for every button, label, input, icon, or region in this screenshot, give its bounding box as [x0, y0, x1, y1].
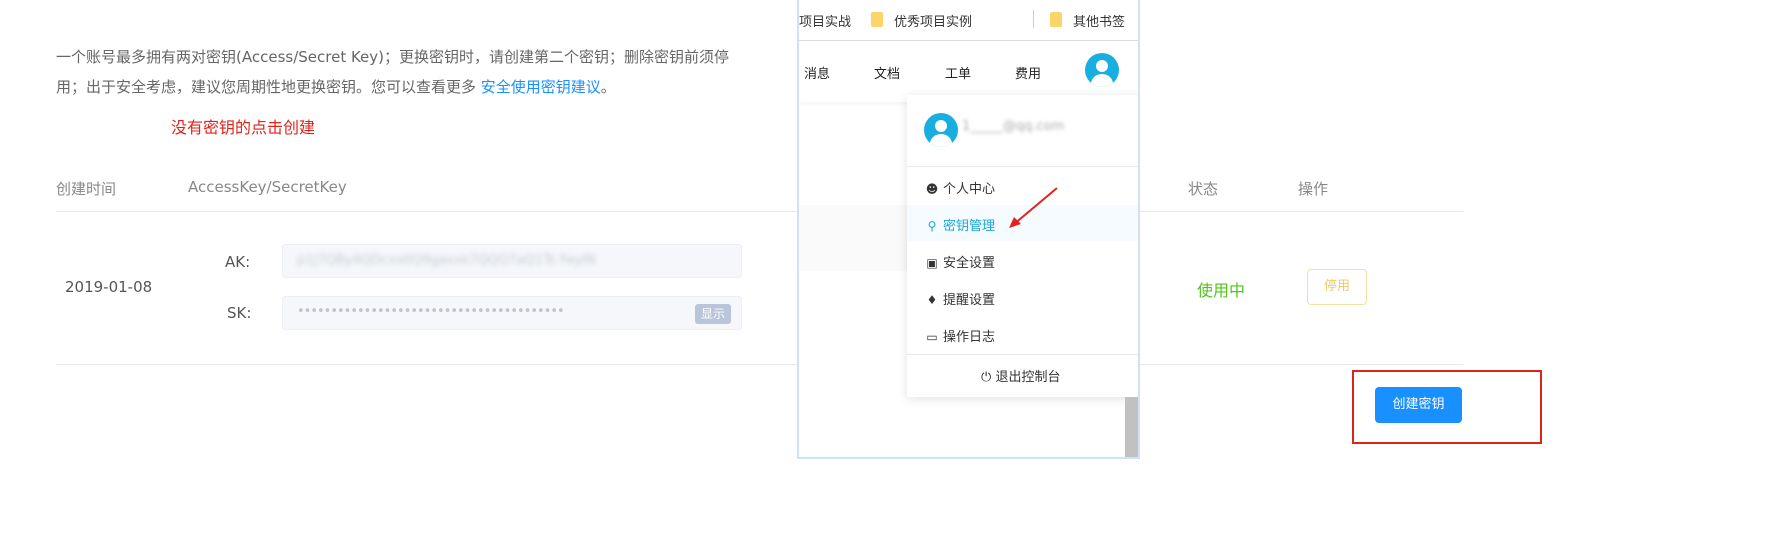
user-icon: ☻: [925, 182, 939, 196]
folder-icon: [871, 12, 883, 27]
security-advice-link[interactable]: 安全使用密钥建议: [481, 78, 601, 96]
power-icon: ⏻: [981, 370, 992, 385]
menu-item-profile[interactable]: ☻ 个人中心: [925, 178, 995, 197]
bookmark-project-practice[interactable]: 项目实战: [799, 11, 851, 30]
header-actions: 操作: [1298, 180, 1329, 198]
nav-messages[interactable]: 消息: [804, 63, 830, 82]
menu-item-label: 安全设置: [943, 256, 996, 271]
bookmark-bar: 项目实战 优秀项目实例 其他书签: [799, 0, 1138, 41]
notice-text: 一个账号最多拥有两对密钥(Access/Secret Key)；更换密钥时，请创…: [56, 42, 746, 102]
bookmark-separator: [1033, 10, 1034, 28]
create-key-button[interactable]: 创建密钥: [1375, 387, 1462, 423]
key-icon: ⚲: [927, 219, 937, 233]
menu-avatar-icon: [924, 113, 958, 147]
notice-end: 。: [600, 78, 616, 96]
nav-billing[interactable]: 费用: [1015, 63, 1041, 82]
logout-label: 退出控制台: [995, 370, 1061, 385]
sk-field[interactable]: ••••••••••••••••••••••••••••••••••••••••…: [282, 296, 742, 330]
bell-icon: ♦: [926, 293, 938, 307]
header-created-time: 创建时间: [56, 180, 117, 198]
disable-key-button[interactable]: 停用: [1307, 269, 1367, 305]
nav-tickets[interactable]: 工单: [945, 63, 971, 82]
monitor-icon: ▭: [926, 330, 938, 344]
menu-item-label: 提醒设置: [943, 293, 996, 308]
nav-docs[interactable]: 文档: [874, 63, 900, 82]
header-status: 状态: [1188, 180, 1219, 198]
user-dropdown-menu: 1_____@qq.com ☻ 个人中心 ⚲ 密钥管理 ▣ 安全设置 ♦ 提醒设置 ▭ 操…: [907, 95, 1138, 397]
bookmark-excellent-projects[interactable]: 优秀项目实例: [894, 11, 972, 30]
header-divider: [56, 211, 1463, 212]
menu-item-label: 密钥管理: [943, 219, 996, 234]
notice-body: 一个账号最多拥有两对密钥(Access/Secret Key)；更换密钥时，请创…: [56, 48, 730, 96]
menu-item-label: 操作日志: [943, 330, 996, 345]
row-divider: [56, 364, 1463, 365]
ak-label: AK:: [225, 253, 251, 271]
wallet-icon: ▣: [926, 256, 938, 270]
menu-item-key-management[interactable]: ⚲ 密钥管理: [925, 215, 995, 234]
menu-item-reminder-settings[interactable]: ♦ 提醒设置: [925, 289, 995, 308]
menu-item-label: 个人中心: [943, 182, 996, 197]
top-nav: 消息 文档 工单 费用: [799, 42, 1138, 102]
menu-item-security-settings[interactable]: ▣ 安全设置: [925, 252, 995, 271]
folder-icon: [1050, 12, 1062, 27]
console-overlay-panel: 项目实战 优秀项目实例 其他书签 消息 文档 工单 费用 1_____@qq.c…: [797, 0, 1140, 459]
menu-divider: [907, 354, 1138, 355]
scrollbar[interactable]: [1125, 397, 1138, 457]
create-key-hint: 没有密钥的点击创建: [171, 118, 316, 137]
show-secret-button[interactable]: 显示: [695, 304, 731, 324]
menu-item-operation-log[interactable]: ▭ 操作日志: [925, 326, 995, 345]
menu-divider: [907, 166, 1138, 167]
ak-field[interactable]: p1J7QBy4QDcxx0Q9gaxxk7QQQ7aQ1Ts FeyIN: [282, 244, 742, 278]
sk-label: SK:: [227, 304, 252, 322]
row-created-date: 2019-01-08: [65, 278, 153, 296]
status-badge: 使用中: [1197, 281, 1246, 300]
bookmark-other[interactable]: 其他书签: [1073, 11, 1125, 30]
user-email: 1_____@qq.com: [962, 119, 1065, 134]
header-access-secret-key: AccessKey/SecretKey: [188, 178, 347, 196]
annotation-arrow-icon: [1009, 187, 1058, 228]
ak-value: p1J7QBy4QDcxx0Q9gaxxk7QQQ7aQ1Ts FeyIN: [297, 253, 596, 268]
sk-value: ••••••••••••••••••••••••••••••••••••••••: [297, 304, 565, 319]
background-shade: [799, 205, 909, 271]
user-avatar-icon[interactable]: [1085, 53, 1119, 87]
logout-console-button[interactable]: ⏻ 退出控制台: [981, 366, 1060, 385]
